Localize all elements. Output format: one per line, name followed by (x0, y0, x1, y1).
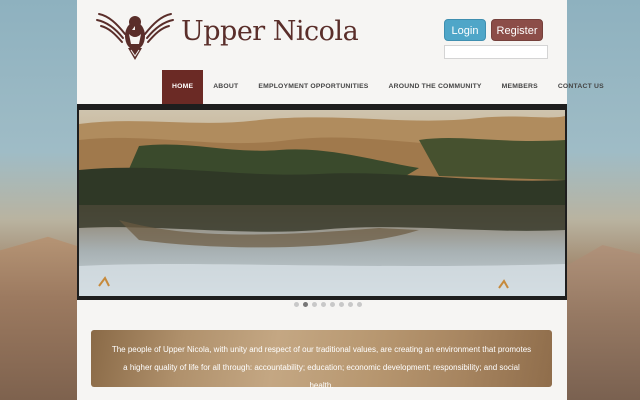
nav-item-community[interactable]: AROUND THE COMMUNITY (379, 70, 492, 104)
nav-item-members[interactable]: MEMBERS (492, 70, 548, 104)
page-container: Upper Nicola Login Register HOME ABOUT E… (77, 0, 604, 400)
lake-landscape-image (79, 110, 565, 296)
nav-item-employment[interactable]: EMPLOYMENT OPPORTUNITIES (248, 70, 378, 104)
nav-item-contact[interactable]: CONTACT US (548, 70, 614, 104)
slider-dot[interactable] (339, 302, 344, 307)
background-hill-right (565, 245, 640, 400)
register-button[interactable]: Register (491, 19, 543, 41)
mission-statement-text: The people of Upper Nicola, with unity a… (111, 345, 532, 390)
login-button[interactable]: Login (444, 19, 486, 41)
search-input[interactable] (444, 45, 548, 59)
background-hill-left (0, 236, 80, 400)
image-slider[interactable] (77, 104, 567, 300)
mission-statement-banner: The people of Upper Nicola, with unity a… (91, 330, 552, 390)
nav-item-home[interactable]: HOME (162, 70, 204, 104)
site-header: Upper Nicola Login Register (77, 0, 567, 70)
slider-dot[interactable] (348, 302, 353, 307)
slider-pagination (77, 302, 567, 310)
slider-dot[interactable] (312, 302, 317, 307)
nav-item-about[interactable]: ABOUT (203, 70, 248, 104)
eagle-logo-icon[interactable] (95, 8, 175, 62)
slider-dot[interactable] (357, 302, 362, 307)
slider-dot[interactable] (321, 302, 326, 307)
slider-dot-active[interactable] (303, 302, 308, 307)
site-title[interactable]: Upper Nicola (181, 16, 359, 47)
main-navigation: HOME ABOUT EMPLOYMENT OPPORTUNITIES AROU… (162, 70, 614, 104)
slider-dot[interactable] (294, 302, 299, 307)
slider-dot[interactable] (330, 302, 335, 307)
